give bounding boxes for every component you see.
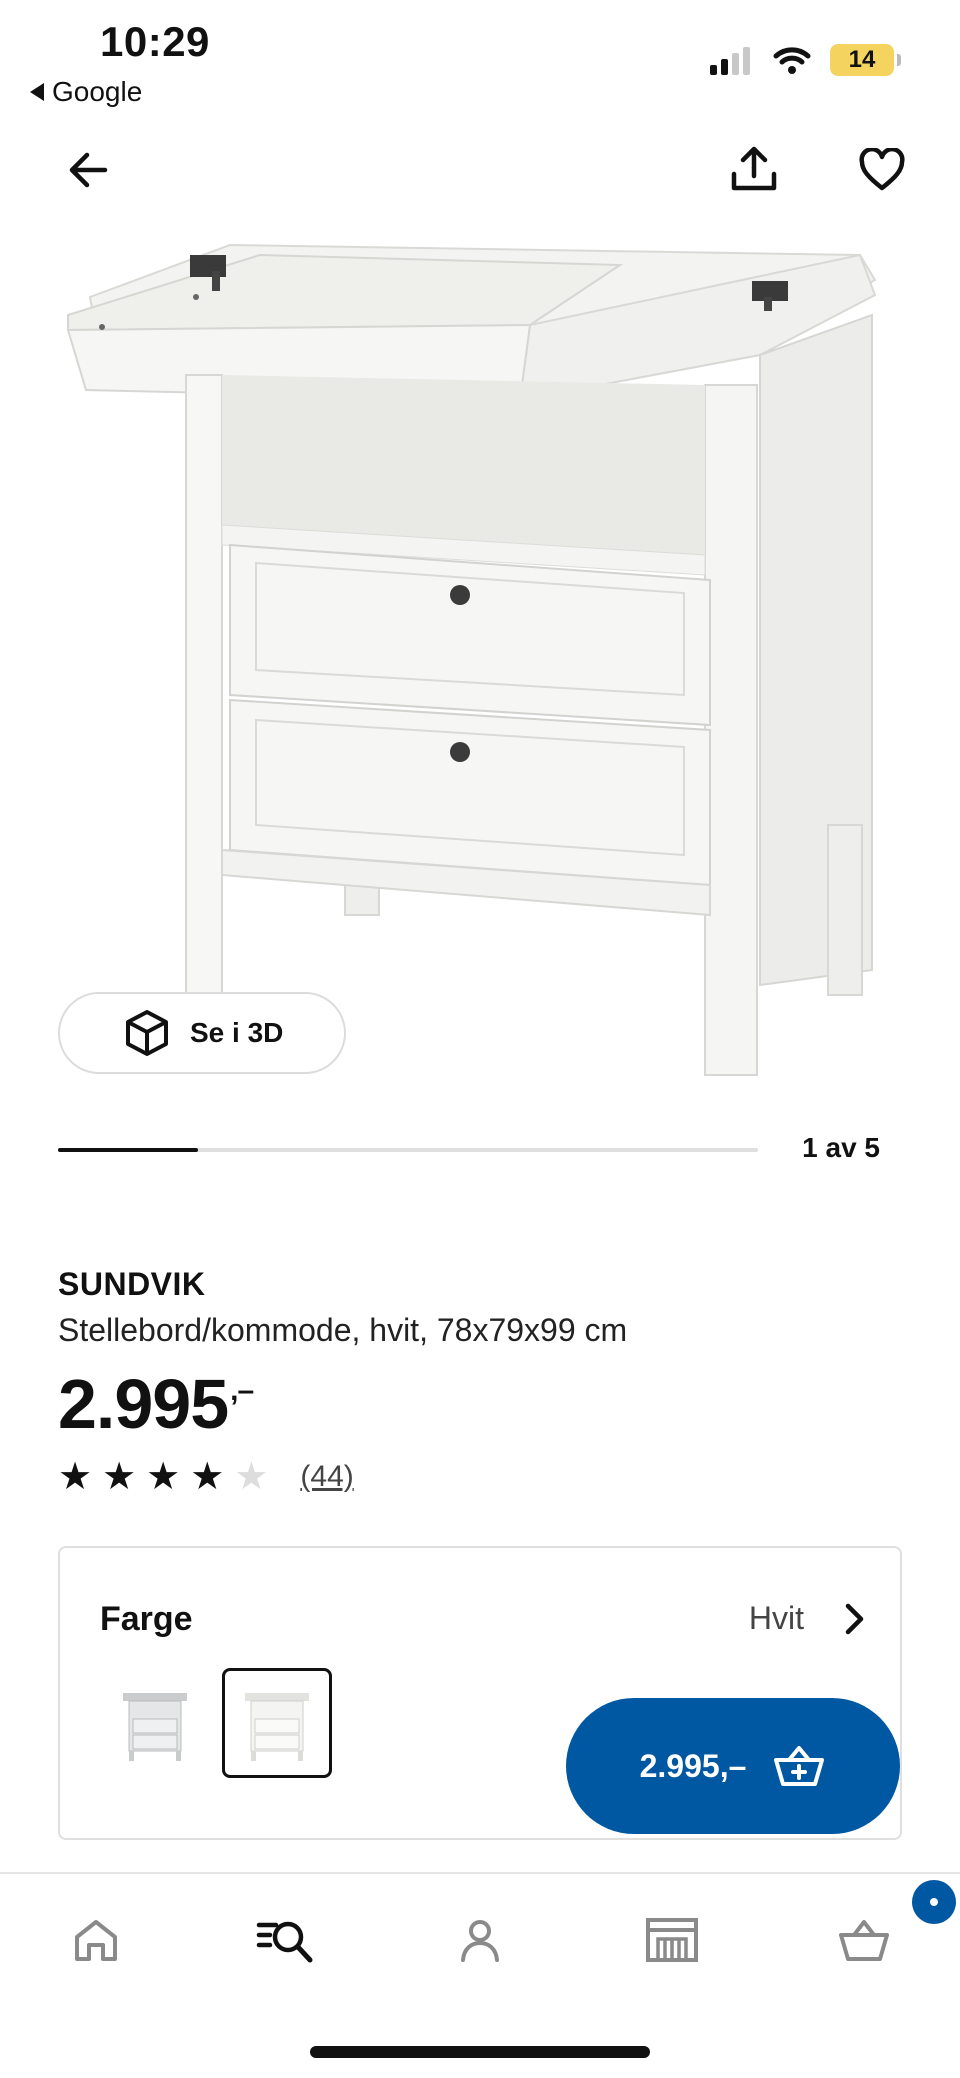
tab-home[interactable] — [56, 1900, 136, 1980]
product-brand: SUNDVIK — [58, 1266, 206, 1302]
battery-indicator: 14 — [830, 44, 901, 76]
color-swatch-grey[interactable] — [100, 1668, 210, 1778]
add-to-cart-price: 2.995,– — [639, 1747, 747, 1784]
price-main: 2.995 — [58, 1365, 229, 1443]
selected-color-value: Hvit — [748, 1600, 804, 1636]
basket-add-icon — [774, 1746, 825, 1786]
tabbar-divider — [0, 1872, 960, 1874]
search-icon — [256, 1921, 313, 1963]
rating-star: ★ — [102, 1456, 137, 1498]
color-swatch-white[interactable] — [222, 1668, 332, 1778]
share-icon — [731, 146, 777, 191]
store-icon — [646, 1918, 698, 1962]
tab-cart[interactable] — [824, 1900, 904, 1980]
tab-store[interactable] — [632, 1900, 712, 1980]
home-indicator — [310, 2046, 650, 2058]
favorite-button[interactable] — [852, 140, 912, 200]
review-count-link[interactable]: (44) — [300, 1460, 353, 1494]
back-to-app-link[interactable]: Google — [30, 76, 142, 108]
heart-icon — [859, 148, 905, 191]
gallery-counter: 1 av 5 — [802, 1132, 880, 1163]
color-label: Farge — [100, 1600, 193, 1638]
product-description: Stellebord/kommode, hvit, 78x79x99 cm — [58, 1312, 628, 1348]
back-button[interactable] — [58, 140, 118, 200]
product-price: 2.995 ,– — [58, 1364, 254, 1444]
chevron-right-icon — [845, 1603, 864, 1634]
battery-level: 14 — [848, 46, 876, 73]
back-triangle-icon — [30, 83, 44, 101]
status-indicators: 14 — [708, 44, 901, 76]
profile-icon — [461, 1920, 499, 1962]
cart-badge — [912, 1880, 956, 1924]
tab-search[interactable] — [246, 1900, 326, 1980]
view-3d-button[interactable]: Se i 3D — [58, 992, 346, 1074]
rating-star: ★ — [234, 1456, 269, 1498]
swatch-thumbnail — [245, 1693, 309, 1761]
rating-star: ★ — [190, 1456, 225, 1498]
price-suffix: ,– — [230, 1374, 254, 1407]
arrow-left-icon — [69, 152, 108, 188]
tab-profile[interactable] — [440, 1900, 520, 1980]
product-image[interactable] — [60, 225, 890, 1085]
wifi-icon — [773, 47, 811, 74]
cart-badge-dot — [930, 1898, 938, 1906]
share-button[interactable] — [724, 140, 784, 200]
cellular-signal-icon — [710, 47, 750, 75]
swatch-thumbnail — [123, 1693, 187, 1761]
cart-icon — [839, 1920, 889, 1961]
cube-3d-icon — [126, 1010, 168, 1056]
home-icon — [75, 1920, 117, 1961]
color-selector-link[interactable]: Hvit — [749, 1600, 866, 1637]
back-app-label: Google — [52, 76, 143, 107]
rating-star: ★ — [58, 1456, 93, 1498]
product-rating[interactable]: ★ ★ ★ ★ ★ (44) — [58, 1458, 354, 1496]
add-to-cart-button[interactable]: 2.995,– — [566, 1698, 900, 1834]
rating-star: ★ — [146, 1456, 181, 1498]
status-time: 10:29 — [100, 18, 210, 65]
gallery-progress-track — [58, 1148, 758, 1152]
view-3d-label: Se i 3D — [190, 1017, 284, 1048]
gallery-progress-fill — [58, 1148, 198, 1152]
